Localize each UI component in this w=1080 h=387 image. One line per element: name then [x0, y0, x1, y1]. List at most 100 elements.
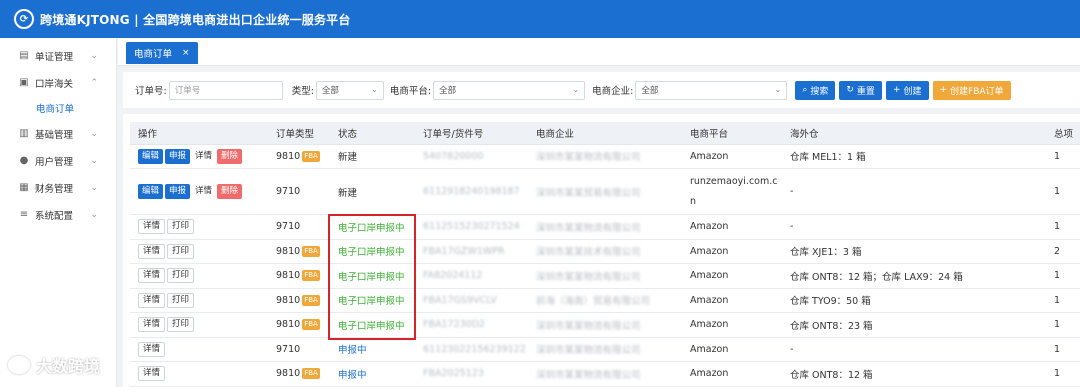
cell-warehouse: 仓库 TYO9：50 箱 [782, 288, 1046, 313]
order-type-value: 9810 [276, 319, 301, 331]
table-row: 详情 打印 9810 FBA 电子口岸申报中 FBA17GZW1WPR 深圳市某某技术有限公… [130, 239, 1080, 264]
warehouse-text: 仓库 MEL1：1 箱 [790, 152, 866, 164]
cell-platform: runzemaoyi.com.cn [682, 168, 782, 215]
watermark: 大数跨境 [8, 353, 100, 377]
order-no-text: FBA17GZW1WPR [423, 245, 505, 257]
table-row: 编辑 申报 详情 删除 9710 新建 6112918240198187 深圳市某某贸易有限公… [130, 168, 1080, 215]
cell-total: 2 [1046, 239, 1080, 264]
close-icon[interactable]: × [182, 48, 190, 58]
type-label: 类型: [291, 86, 314, 97]
tab-ecommerce-orders[interactable]: 电商订单 × [126, 42, 198, 64]
finance-icon: ▦ [19, 182, 29, 193]
order-type-value: 9810 [276, 245, 301, 257]
create-fba-button[interactable]: + 创建FBA订单 [932, 80, 1011, 100]
create-fba-button-label: 创建FBA订单 [950, 86, 1004, 97]
total-text: 1 [1054, 319, 1061, 331]
warehouse-text: - [790, 221, 794, 233]
detail-button[interactable]: 详情 [138, 268, 166, 284]
edit-button[interactable]: 编辑 [138, 184, 164, 199]
platform-select[interactable]: 全部 ⌄ [433, 80, 586, 100]
cell-order-no: FA82024112 [415, 263, 528, 289]
cell-order-type: 9810 FBA [268, 144, 330, 169]
report-button[interactable]: 申报 [165, 184, 191, 199]
platform-label: 电商平台: [389, 86, 432, 97]
cell-actions: 详情 打印 [130, 263, 268, 289]
sidebar-item-users[interactable]: ● 用户管理 ⌄ [0, 147, 116, 174]
total-text: 1 [1054, 150, 1061, 162]
cell-order-no: FBA17GS9VCLV [415, 288, 528, 313]
header-company: 电商企业 [528, 122, 682, 145]
detail-button[interactable]: 详情 [138, 243, 166, 259]
sidebar-item-documents[interactable]: ▤ 单证管理 ⌄ [0, 42, 116, 69]
logo-icon: ⟳ [14, 9, 34, 29]
watermark-text: 大数跨境 [36, 357, 101, 376]
reset-button[interactable]: ↻ 重置 [839, 80, 882, 100]
chevron-down-icon: ⌄ [774, 84, 782, 94]
detail-button[interactable]: 详情 [192, 149, 215, 164]
detail-button[interactable]: 详情 [138, 317, 166, 333]
create-button[interactable]: + 创建 [885, 80, 929, 100]
refresh-icon: ↻ [846, 85, 854, 95]
filter-bar: 订单号: 订单号 类型: 全部 ⌄ 电商平台: 全部 ⌄ 电商企业: 全部 ⌄ … [123, 72, 1080, 108]
chevron-up-icon: ⌃ [90, 77, 98, 88]
cell-warehouse: 仓库 MEL1：1 箱 [782, 144, 1046, 169]
fba-badge: FBA [302, 294, 320, 306]
detail-button[interactable]: 详情 [138, 341, 166, 357]
cell-company: 深圳市某某物流有限公司 [528, 214, 682, 240]
cell-order-type: 9710 [268, 214, 330, 240]
cell-platform: Amazon [682, 312, 782, 338]
order-no-text: FBA17230D2 [423, 319, 486, 331]
cell-actions: 详情 打印 [130, 239, 268, 264]
cell-order-type: 9810 FBA [268, 288, 330, 313]
cell-actions: 编辑 申报 详情 删除 [130, 144, 268, 169]
total-text: 1 [1054, 294, 1061, 306]
print-button[interactable]: 打印 [167, 243, 195, 259]
company-select[interactable]: 全部 ⌄ [635, 80, 788, 100]
search-button[interactable]: ⌕ 搜索 [795, 80, 836, 100]
cell-company: 前海（海南）贸易有限公司 [528, 288, 682, 313]
header-order-type: 订单类型 [268, 122, 330, 145]
type-select[interactable]: 全部 ⌄ [315, 80, 384, 100]
cell-order-type: 9810 FBA [268, 312, 330, 338]
order-no-text: FBA17GS9VCLV [423, 294, 497, 306]
cell-company: 深圳市某某贸易有限公司 [528, 168, 682, 215]
warehouse-text: 仓库 ONT8：12 箱；仓库 LAX9：24 箱 [790, 271, 963, 283]
company-text: 前海（海南）贸易有限公司 [536, 296, 651, 308]
chevron-down-icon: ⌄ [371, 84, 378, 94]
detail-button[interactable]: 详情 [138, 292, 166, 308]
search-icon: ⌕ [802, 85, 808, 95]
company-text: 深圳市某某物流有限公司 [536, 152, 641, 164]
delete-button[interactable]: 删除 [217, 148, 243, 164]
detail-button[interactable]: 详情 [138, 366, 166, 382]
sidebar-item-finance[interactable]: ▦ 财务管理 ⌄ [0, 174, 116, 201]
sidebar-item-settings[interactable]: ≡ 系统配置 ⌄ [0, 201, 116, 228]
order-type-value: 9710 [276, 343, 301, 355]
cell-company: 深圳市某某物流有限公司 [528, 144, 682, 169]
order-no-input[interactable]: 订单号 [168, 80, 283, 100]
table-row: 详情 9810 FBA 申报中 FBA2025123 深圳市某某物流有限公司 Amazon 仓… [130, 361, 1080, 387]
order-type-value: 9710 [276, 221, 301, 233]
print-button[interactable]: 打印 [167, 317, 195, 333]
detail-button[interactable]: 详情 [192, 184, 215, 199]
sidebar-item-basic[interactable]: ▥ 基础管理 ⌄ [0, 120, 116, 147]
type-value: 全部 [321, 86, 339, 96]
cell-total: 1 [1046, 312, 1080, 338]
order-no-placeholder: 订单号 [174, 86, 201, 96]
cell-platform: Amazon [682, 288, 782, 313]
orders-table: 操作 订单类型 状态 订单号/货件号 电商企业 电商平台 海外仓 总项 编辑 申报… [130, 122, 1080, 387]
edit-button[interactable]: 编辑 [138, 148, 164, 164]
sidebar-subitem-ecommerce-orders[interactable]: 电商订单 [0, 96, 116, 120]
order-no-text: FA82024112 [423, 270, 483, 282]
platform-text: Amazon [690, 245, 729, 257]
detail-button[interactable]: 详情 [138, 219, 166, 235]
company-text: 深圳市某某贸易有限公司 [536, 187, 641, 199]
report-button[interactable]: 申报 [165, 148, 191, 164]
company-text: 深圳市某某物流有限公司 [536, 222, 641, 234]
delete-button[interactable]: 删除 [217, 184, 243, 199]
print-button[interactable]: 打印 [167, 292, 195, 308]
print-button[interactable]: 打印 [167, 268, 195, 284]
print-button[interactable]: 打印 [167, 219, 195, 235]
cell-order-type: 9710 [268, 337, 330, 362]
sidebar-item-label: 用户管理 [35, 156, 74, 168]
sidebar-item-customs[interactable]: ▣ 口岸海关 ⌃ [0, 69, 116, 96]
